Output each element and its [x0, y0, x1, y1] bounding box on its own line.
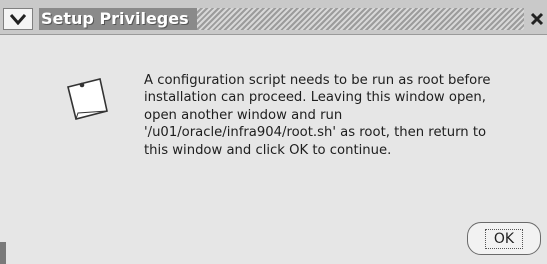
- ok-button-label: OK: [484, 228, 524, 249]
- window-edge: [0, 242, 6, 264]
- chevron-down-icon: [10, 14, 26, 25]
- window-title: Setup Privileges: [39, 8, 197, 30]
- note-icon: [67, 78, 108, 120]
- window-menu-button[interactable]: [3, 8, 33, 30]
- title-bar: Setup Privileges: [0, 0, 547, 35]
- message-text: A configuration script needs to be run a…: [144, 73, 491, 158]
- close-icon: [530, 12, 544, 26]
- ok-button[interactable]: OK: [467, 222, 541, 255]
- close-button[interactable]: [527, 8, 547, 30]
- setup-privileges-dialog: Setup Privileges A configuration script …: [0, 0, 547, 264]
